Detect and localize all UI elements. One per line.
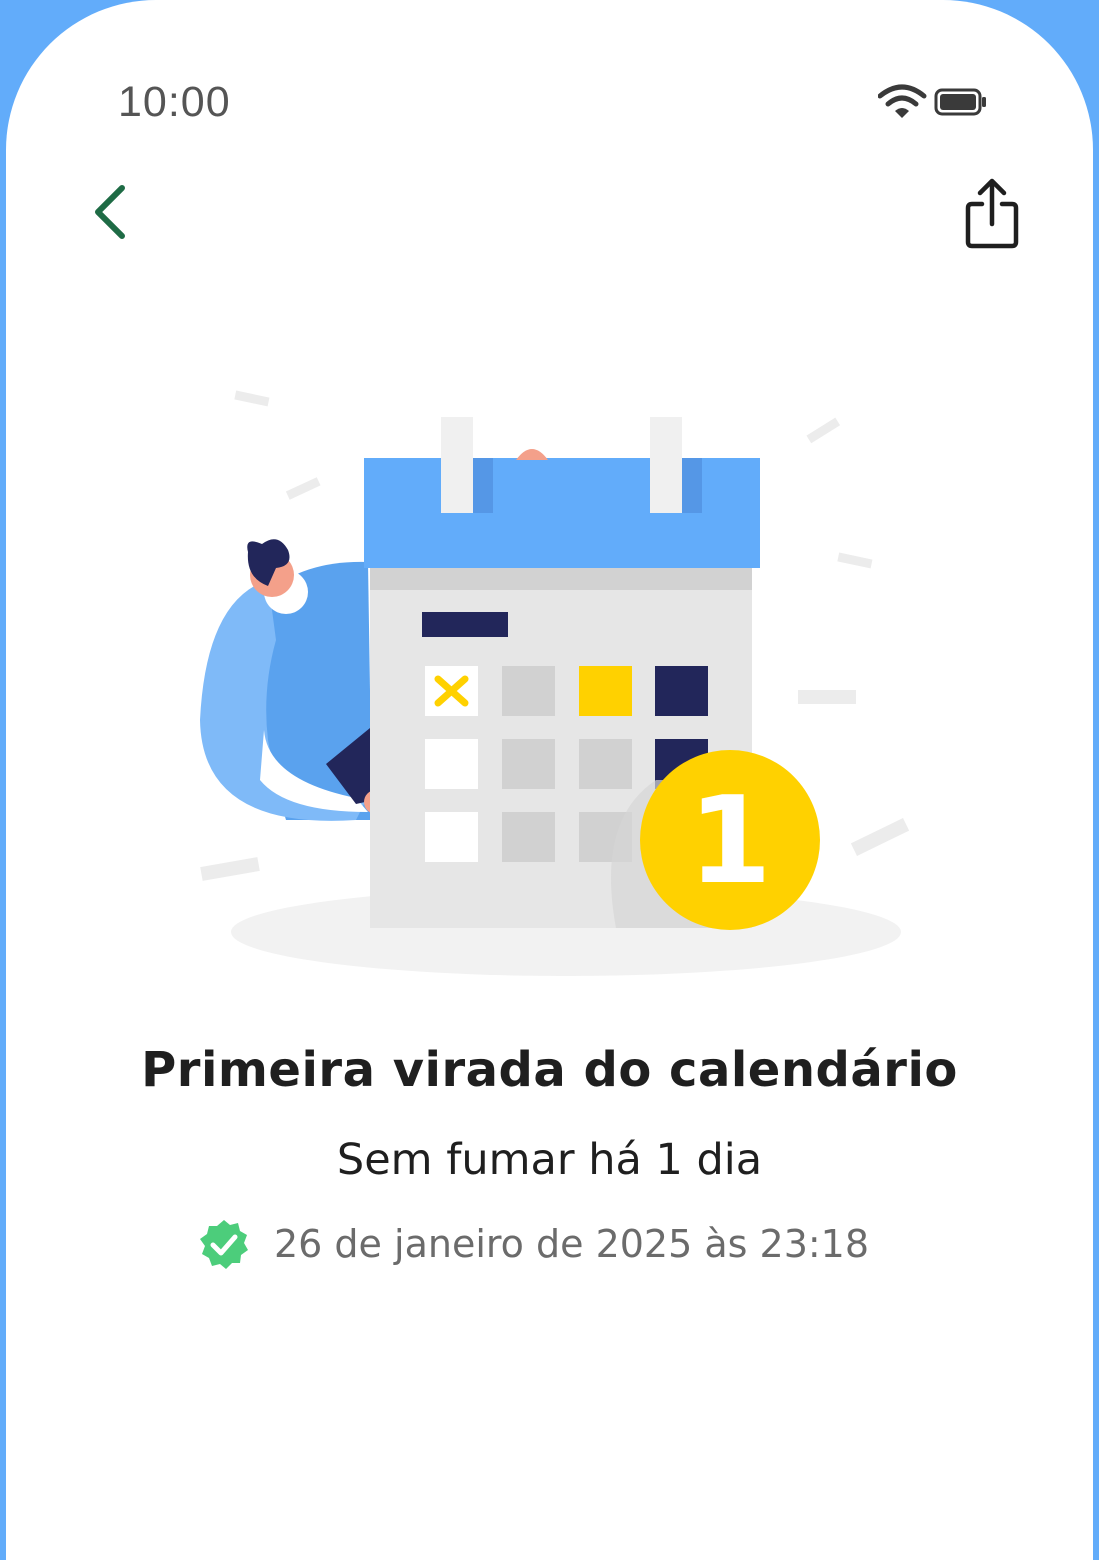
achievement-title: Primeira virada do calendário — [141, 1042, 958, 1098]
nav-bar — [6, 160, 1093, 270]
calendar-illustration: 1 — [6, 360, 1093, 1000]
achievement-subtitle: Sem fumar há 1 dia — [336, 1135, 763, 1185]
status-time: 10:00 — [118, 78, 231, 126]
badge-number: 1 — [688, 772, 772, 911]
back-button[interactable] — [84, 178, 144, 250]
verified-check-icon — [200, 1220, 248, 1269]
achievement-date-row: 26 de janeiro de 2025 às 23:18 — [198, 1214, 869, 1274]
status-bar: 10:00 — [6, 0, 1093, 150]
wifi-icon — [877, 84, 927, 118]
phone-screen: 10:00 1 Primeira virada do calendário Se… — [6, 0, 1093, 1560]
status-icons — [877, 84, 988, 124]
achievement-date: 26 de janeiro de 2025 às 23:18 — [274, 1222, 870, 1266]
battery-icon — [934, 88, 986, 116]
share-button[interactable] — [960, 176, 1024, 252]
chevron-left-icon — [95, 185, 125, 239]
share-icon — [965, 178, 1019, 249]
day-count-badge: 1 — [640, 750, 820, 930]
person-figure — [200, 539, 388, 821]
